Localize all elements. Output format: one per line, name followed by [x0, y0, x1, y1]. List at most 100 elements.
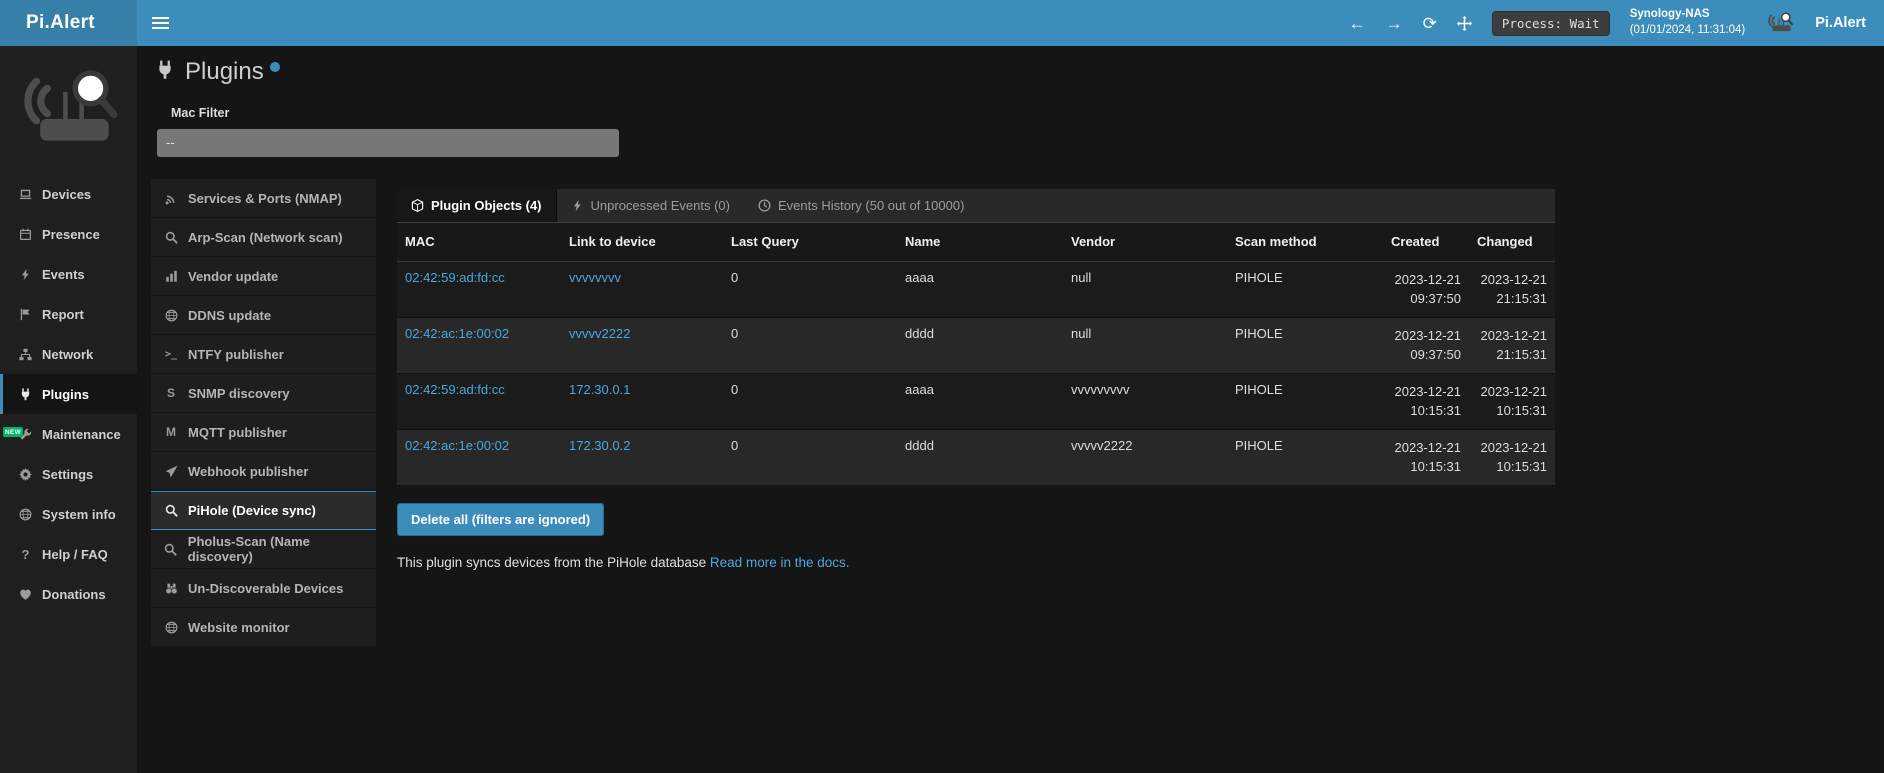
mac-link[interactable]: 02:42:59:ad:fd:cc	[405, 382, 505, 397]
page-header: Plugins	[155, 58, 1884, 86]
clock-icon	[758, 199, 771, 212]
plugin-nav-item-vendor-update[interactable]: Vendor update	[151, 257, 376, 296]
question-icon: ?	[18, 547, 33, 562]
column-header-changed[interactable]: Changed	[1469, 223, 1555, 261]
column-header-name[interactable]: Name	[897, 223, 1063, 261]
plugin-nav-label: Webhook publisher	[188, 464, 308, 479]
sidebar-item-label: Maintenance	[42, 427, 121, 442]
cell-changed: 2023-12-21 21:15:31	[1469, 261, 1555, 317]
topbar-right: ← → ⟳ Process: Wait Synology-NAS (01/01/…	[1349, 0, 1884, 46]
cell-vendor: vvvvvvvvv	[1063, 373, 1227, 429]
topbar-spacer	[183, 0, 1349, 46]
device-link[interactable]: 172.30.0.1	[569, 382, 630, 397]
plugin-nav-item-arpscan[interactable]: Arp-Scan (Network scan)	[151, 218, 376, 257]
device-link[interactable]: vvvvvvvv	[569, 270, 621, 285]
cell-changed: 2023-12-21 21:15:31	[1469, 317, 1555, 373]
cell-last-query: 0	[723, 429, 897, 485]
tab-unprocessed-events[interactable]: Unprocessed Events (0)	[557, 189, 744, 222]
sidebar-item-label: Presence	[42, 227, 100, 242]
plugin-nav-label: MQTT publisher	[188, 425, 287, 440]
cell-name: dddd	[897, 317, 1063, 373]
column-header-scan-method[interactable]: Scan method	[1227, 223, 1383, 261]
plugin-nav-item-snmp[interactable]: S SNMP discovery	[151, 374, 376, 413]
topbar-brand-label: Pi.Alert	[1815, 15, 1866, 31]
mac-link[interactable]: 02:42:59:ad:fd:cc	[405, 270, 505, 285]
signal-icon	[163, 192, 179, 205]
sidebar-item-help-faq[interactable]: ? Help / FAQ	[0, 534, 137, 574]
docs-link[interactable]: Read more in the docs.	[710, 555, 850, 570]
cell-vendor: vvvvv2222	[1063, 429, 1227, 485]
table-row: 02:42:59:ad:fd:cc 172.30.0.1 0 aaaa vvvv…	[397, 373, 1555, 429]
plugin-panel: Plugin Objects (4) Unprocessed Events (0…	[397, 189, 1555, 647]
plugin-nav-item-webhook[interactable]: Webhook publisher	[151, 452, 376, 491]
cell-mac: 02:42:59:ad:fd:cc	[397, 373, 561, 429]
bolt-icon	[18, 268, 33, 281]
column-header-link[interactable]: Link to device	[561, 223, 723, 261]
cell-mac: 02:42:ac:1e:00:02	[397, 317, 561, 373]
plugin-nav-item-website-monitor[interactable]: Website monitor	[151, 608, 376, 647]
sidebar: Devices Presence Events Report Network P…	[0, 46, 137, 773]
sitemap-icon	[18, 348, 33, 361]
sidebar-item-settings[interactable]: Settings	[0, 454, 137, 494]
delete-all-button[interactable]: Delete all (filters are ignored)	[397, 503, 604, 536]
table-header-row: MAC Link to device Last Query Name Vendo…	[397, 223, 1555, 261]
bolt-icon	[571, 199, 584, 212]
mac-filter-input[interactable]: --	[157, 129, 619, 157]
refresh-icon[interactable]: ⟳	[1423, 15, 1437, 32]
plugin-nav-item-mqtt[interactable]: M MQTT publisher	[151, 413, 376, 452]
magnifier-icon	[163, 504, 179, 517]
tab-events-history[interactable]: Events History (50 out of 10000)	[744, 189, 978, 222]
plugin-nav-label: SNMP discovery	[188, 386, 290, 401]
column-header-mac[interactable]: MAC	[397, 223, 561, 261]
plugin-nav-label: Pholus-Scan (Name discovery)	[188, 534, 376, 564]
sidebar-item-donations[interactable]: Donations	[0, 574, 137, 614]
arrows-move-icon[interactable]	[1457, 16, 1472, 31]
sidebar-logo	[0, 46, 137, 174]
bar-chart-icon	[163, 270, 179, 283]
mac-link[interactable]: 02:42:ac:1e:00:02	[405, 438, 509, 453]
device-link[interactable]: 172.30.0.2	[569, 438, 630, 453]
sidebar-item-events[interactable]: Events	[0, 254, 137, 294]
plugin-description-text: This plugin syncs devices from the PiHol…	[397, 555, 706, 570]
plugin-nav-label: Services & Ports (NMAP)	[188, 191, 342, 206]
forward-icon[interactable]: →	[1386, 15, 1403, 32]
sidebar-item-presence[interactable]: Presence	[0, 214, 137, 254]
tab-bar: Plugin Objects (4) Unprocessed Events (0…	[397, 189, 1555, 223]
plugin-nav-label: Website monitor	[188, 620, 290, 635]
sidebar-item-system-info[interactable]: System info	[0, 494, 137, 534]
plugin-nav-item-pholus[interactable]: Pholus-Scan (Name discovery)	[151, 530, 376, 569]
sidebar-item-label: Events	[42, 267, 85, 282]
plugin-nav-item-nmap[interactable]: Services & Ports (NMAP)	[151, 179, 376, 218]
magnifier-icon	[163, 231, 179, 244]
cell-link-to-device: vvvvvvvv	[561, 261, 723, 317]
cell-created: 2023-12-21 09:37:50	[1383, 317, 1469, 373]
back-icon[interactable]: ←	[1349, 15, 1366, 32]
plugin-nav-item-ntfy[interactable]: >_ NTFY publisher	[151, 335, 376, 374]
sidebar-item-label: Settings	[42, 467, 93, 482]
plugin-nav-label: Arp-Scan (Network scan)	[188, 230, 343, 245]
cell-changed: 2023-12-21 10:15:31	[1469, 429, 1555, 485]
app-logo[interactable]: Pi.Alert	[0, 0, 137, 46]
sidebar-item-report[interactable]: Report	[0, 294, 137, 334]
sidebar-item-maintenance[interactable]: NEW Maintenance	[0, 414, 137, 454]
sidebar-item-devices[interactable]: Devices	[0, 174, 137, 214]
page-title: Plugins	[185, 58, 264, 86]
column-header-last-query[interactable]: Last Query	[723, 223, 897, 261]
plugin-nav-item-undiscoverable[interactable]: Un-Discoverable Devices	[151, 569, 376, 608]
plugins-help-badge[interactable]	[270, 62, 280, 72]
column-header-created[interactable]: Created	[1383, 223, 1469, 261]
sidebar-item-plugins[interactable]: Plugins	[0, 374, 137, 414]
device-link[interactable]: vvvvv2222	[569, 326, 630, 341]
sidebar-toggle-button[interactable]	[137, 0, 183, 46]
column-header-vendor[interactable]: Vendor	[1063, 223, 1227, 261]
tab-plugin-objects[interactable]: Plugin Objects (4)	[397, 189, 557, 222]
mac-link[interactable]: 02:42:ac:1e:00:02	[405, 326, 509, 341]
sidebar-item-label: Help / FAQ	[42, 547, 108, 562]
sidebar-item-network[interactable]: Network	[0, 334, 137, 374]
plugin-nav-item-ddns[interactable]: DDNS update	[151, 296, 376, 335]
plugins-layout: Services & Ports (NMAP) Arp-Scan (Networ…	[155, 179, 1884, 647]
plugin-nav-item-pihole[interactable]: PiHole (Device sync)	[151, 491, 376, 530]
plugin-nav-label: Vendor update	[188, 269, 278, 284]
binoculars-icon	[163, 582, 179, 595]
table-row: 02:42:ac:1e:00:02 vvvvv2222 0 dddd null …	[397, 317, 1555, 373]
